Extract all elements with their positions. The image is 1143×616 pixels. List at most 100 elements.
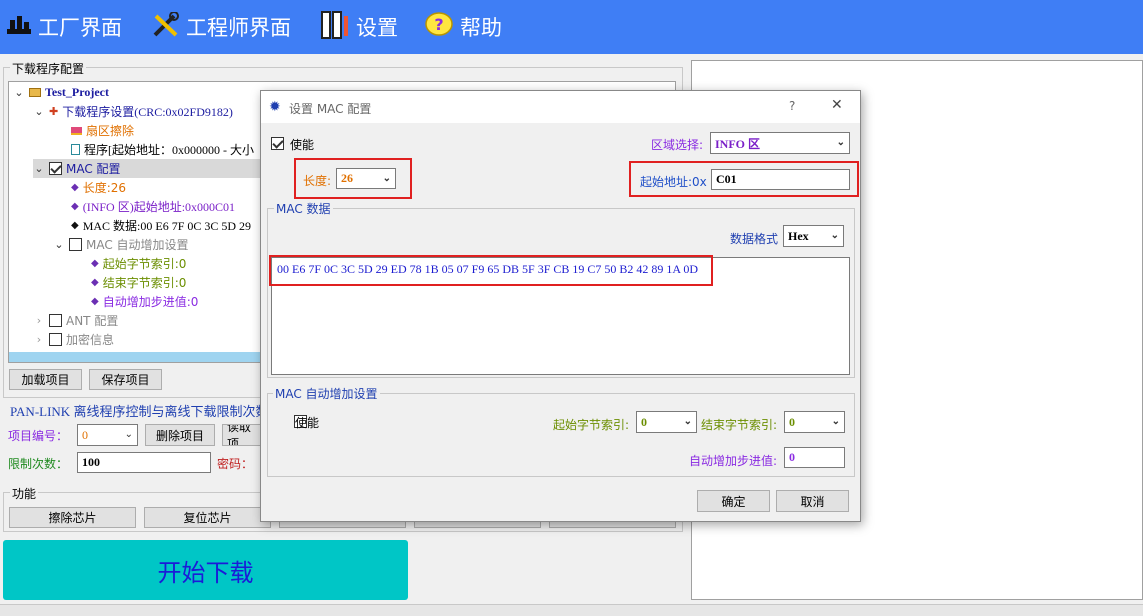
svg-text:?: ? <box>434 15 443 34</box>
auto-enable-label: 使能 <box>295 416 320 430</box>
tree-auto-step-label: 自动增加步进值:0 <box>102 295 199 309</box>
mac-config-dialog: ✹ 设置 MAC 配置 ? ✕ 使能 区域选择: INFO 区 ⌄ 长度: 26… <box>260 90 861 522</box>
diamond-icon: ◆ <box>71 201 79 212</box>
encrypt-checkbox[interactable] <box>49 333 62 346</box>
step-label: 自动增加步进值: <box>689 454 778 468</box>
mac-hex-text: 00 E6 7F 0C 3C 5D 29 ED 78 1B 05 07 F9 6… <box>277 262 699 276</box>
tree-item-program-settings[interactable]: ⌄ ✚ 下载程序设置(CRC:0x02FD9182) <box>33 102 233 121</box>
tree-item-length[interactable]: ◆ 长度:26 <box>71 178 126 197</box>
tree-length-label: 长度:26 <box>82 181 127 195</box>
mac-config-checkbox[interactable] <box>49 162 62 175</box>
menu-factory-label: 工厂界面 <box>38 16 122 40</box>
status-bar <box>0 604 1143 616</box>
tree-item-auto-step[interactable]: ◆ 自动增加步进值:0 <box>91 292 198 311</box>
diamond-icon: ◆ <box>91 296 99 307</box>
length-value: 26 <box>341 171 353 185</box>
tree-program-settings-label: 下载程序设置(CRC:0x02FD9182) <box>62 105 233 119</box>
region-select[interactable]: INFO 区 ⌄ <box>710 132 850 154</box>
length-label: 长度: <box>303 174 332 188</box>
tree-start-idx-label: 起始字节索引:0 <box>102 257 187 271</box>
limit-label: 限制次数： <box>8 457 69 471</box>
tree-mac-auto-label: MAC 自动增加设置 <box>86 238 189 252</box>
tree-item-sector-erase[interactable]: 扇区擦除 <box>71 121 134 140</box>
region-label: 区域选择: <box>651 138 704 152</box>
cancel-button[interactable]: 取消 <box>776 490 849 512</box>
tree-program-label: 程序[起始地址：0x000000 - 大小 <box>84 143 254 157</box>
start-addr-input[interactable]: C01 <box>711 169 850 190</box>
menu-settings-label: 设置 <box>356 16 398 40</box>
chevron-down-icon: ⌄ <box>382 172 391 184</box>
data-format-value: Hex <box>788 228 809 243</box>
chevron-right-icon[interactable]: › <box>33 333 45 346</box>
folder-icon <box>29 88 41 97</box>
diamond-icon: ◆ <box>71 220 79 231</box>
diamond-icon: ◆ <box>91 258 99 269</box>
menu-engineer[interactable]: 工程师界面 <box>152 8 291 46</box>
step-input[interactable]: 0 <box>784 447 845 468</box>
start-idx-value: 0 <box>641 414 647 429</box>
start-idx-select[interactable]: 0 ⌄ <box>636 411 697 433</box>
panlink-title: PAN-LINK 离线程序控制与离线下载限制次数 <box>10 404 269 419</box>
dialog-title-bar: ✹ 设置 MAC 配置 ? ✕ <box>261 91 860 123</box>
project-no-value: 0 <box>82 427 88 442</box>
tree-info-addr-label: (INFO 区)起始地址:0x000C01 <box>82 200 236 214</box>
length-select[interactable]: 26 ⌄ <box>336 168 396 189</box>
limit-input[interactable]: 100 <box>77 452 211 473</box>
chevron-down-icon[interactable]: ⌄ <box>33 162 45 175</box>
reset-chip-button[interactable]: 复位芯片 <box>144 507 271 528</box>
menu-factory[interactable]: 工厂界面 <box>6 8 122 46</box>
ok-button[interactable]: 确定 <box>697 490 770 512</box>
password-label: 密码： <box>217 457 254 471</box>
tree-ant-label: ANT 配置 <box>66 314 119 328</box>
delete-project-button[interactable]: 删除项目 <box>145 424 215 446</box>
start-addr-label: 起始地址:0x <box>640 175 707 189</box>
mac-auto-title: MAC 自动增加设置 <box>273 385 380 402</box>
end-idx-label: 结束字节索引: <box>701 418 778 432</box>
chevron-down-icon[interactable]: ⌄ <box>53 238 65 251</box>
help-button[interactable]: ? <box>789 99 795 113</box>
tree-end-idx-label: 结束字节索引:0 <box>102 276 187 290</box>
save-project-button[interactable]: 保存项目 <box>89 369 162 390</box>
enable-checkbox[interactable] <box>271 137 284 150</box>
ant-checkbox[interactable] <box>49 314 62 327</box>
tree-item-end-idx[interactable]: ◆ 结束字节索引:0 <box>91 273 186 292</box>
chevron-down-icon: ⌄ <box>683 415 692 427</box>
tree-item-info-addr[interactable]: ◆ (INFO 区)起始地址:0x000C01 <box>71 197 235 216</box>
program-settings-icon: ✚ <box>49 106 59 118</box>
data-format-select[interactable]: Hex ⌄ <box>783 225 844 247</box>
erase-chip-button[interactable]: 擦除芯片 <box>9 507 136 528</box>
close-button[interactable]: ✕ <box>831 97 843 113</box>
chevron-down-icon[interactable]: ⌄ <box>13 86 25 99</box>
chevron-down-icon: ⌄ <box>124 428 133 440</box>
mac-data-title: MAC 数据 <box>274 200 333 217</box>
settings-icon <box>320 10 350 45</box>
tree-item-program[interactable]: 程序[起始地址：0x000000 - 大小 <box>71 140 254 159</box>
gear-icon: ✹ <box>269 99 281 115</box>
start-download-button[interactable]: 开始下载 <box>3 540 408 600</box>
function-title: 功能 <box>10 485 39 502</box>
data-format-label: 数据格式 <box>730 232 779 246</box>
tree-mac-config-label: MAC 配置 <box>66 162 121 176</box>
tree-item-project[interactable]: ⌄ Test_Project <box>13 83 109 102</box>
help-icon: ? <box>424 11 454 44</box>
tree-item-mac-data[interactable]: ◆ MAC 数据:00 E6 7F 0C 3C 5D 29 <box>71 216 251 235</box>
start-idx-label: 起始字节索引: <box>553 418 630 432</box>
tree-item-encrypt[interactable]: › 加密信息 <box>33 330 114 349</box>
end-idx-select[interactable]: 0 ⌄ <box>784 411 845 433</box>
tools-icon <box>152 10 180 43</box>
tree-item-ant[interactable]: › ANT 配置 <box>33 311 118 330</box>
menu-help[interactable]: ? 帮助 <box>424 8 502 46</box>
menu-bar: 工厂界面 工程师界面 设置 ? 帮助 <box>0 0 1143 54</box>
menu-settings[interactable]: 设置 <box>320 8 398 46</box>
project-no-label: 项目编号： <box>8 429 69 443</box>
chevron-right-icon[interactable]: › <box>33 314 45 327</box>
tree-item-mac-auto[interactable]: ⌄ MAC 自动增加设置 <box>53 235 189 254</box>
load-project-button[interactable]: 加载项目 <box>9 369 82 390</box>
download-config-title: 下载程序配置 <box>10 60 87 77</box>
mac-auto-checkbox[interactable] <box>69 238 82 251</box>
tree-mac-data-label: MAC 数据:00 E6 7F 0C 3C 5D 29 <box>82 219 252 233</box>
read-project-button[interactable]: 读取项 <box>222 424 262 446</box>
project-no-select[interactable]: 0 ⌄ <box>77 424 138 446</box>
tree-item-start-idx[interactable]: ◆ 起始字节索引:0 <box>91 254 186 273</box>
chevron-down-icon[interactable]: ⌄ <box>33 105 45 118</box>
